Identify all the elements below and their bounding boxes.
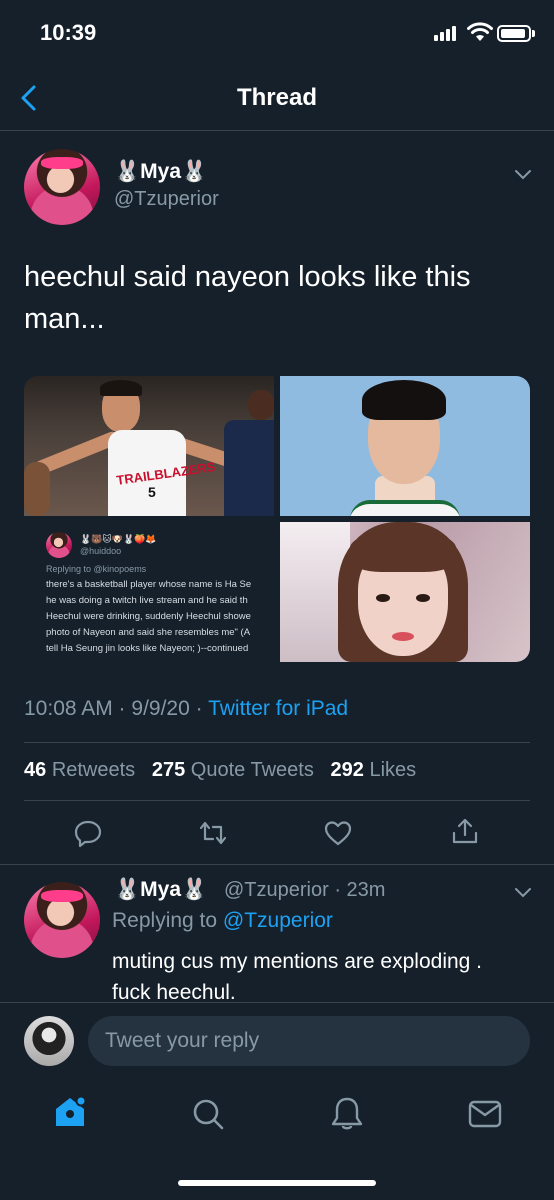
likes-stat[interactable]: 292 Likes	[331, 759, 417, 781]
screenshot-line: tell Ha Seung jin looks like Nayeon; )--…	[46, 643, 249, 654]
cellular-signal-icon	[434, 26, 456, 41]
author-avatar[interactable]	[24, 149, 100, 225]
rabbit-emoji: 🐰	[114, 878, 141, 901]
screenshot-emoji-name: 🐰🐻🐱🐶🐰🍑🦊	[80, 534, 157, 544]
screenshot-line: photo of Nayeon and said she resembles m…	[46, 627, 251, 638]
reply-author-avatar[interactable]	[24, 882, 100, 958]
wifi-icon	[467, 22, 493, 41]
like-icon[interactable]	[323, 818, 353, 848]
reply-chevron-down-icon[interactable]	[514, 887, 532, 899]
my-avatar[interactable]	[24, 1016, 74, 1066]
page-title: Thread	[236, 84, 317, 111]
replying-to-link[interactable]: @Tzuperior	[223, 909, 333, 932]
battery-cap	[532, 30, 535, 37]
screenshot-line: he was doing a twitch live stream and he…	[46, 595, 248, 606]
home-icon[interactable]	[50, 1092, 90, 1132]
messages-icon[interactable]	[465, 1094, 505, 1134]
media-tweet-screenshot[interactable]: 🐰🐻🐱🐶🐰🍑🦊 @huiddoo Replying to @kinopoems …	[24, 522, 274, 662]
reply-text: muting cus my mentions are exploding . f…	[112, 950, 483, 1004]
media-selfie-photo[interactable]	[280, 522, 530, 662]
media-portrait-photo[interactable]	[280, 376, 530, 516]
author-display-name: Mya	[140, 160, 182, 183]
home-indicator[interactable]	[178, 1180, 376, 1186]
media-basketball-photo[interactable]: TRAILBLAZERS 5	[24, 376, 274, 516]
tweet-stats: 46 Retweets 275 Quote Tweets 292 Likes	[24, 759, 416, 782]
reply-icon[interactable]	[73, 818, 103, 848]
rabbit-emoji: 🐰	[181, 878, 208, 901]
reply-display-name: Mya	[140, 878, 182, 901]
tweet-meta: 10:08 AM · 9/9/20 · Twitter for iPad	[24, 697, 348, 721]
retweet-icon[interactable]	[198, 818, 228, 848]
meta-divider	[24, 742, 530, 743]
rabbit-emoji: 🐰	[114, 160, 141, 183]
stats-divider	[24, 800, 530, 801]
replying-to: Replying to @Tzuperior	[112, 909, 333, 932]
tweet-source-link[interactable]: Twitter for iPad	[208, 697, 348, 720]
composer-divider	[0, 1002, 554, 1003]
reply-input[interactable]	[88, 1016, 530, 1066]
tweet-text: heechul said nayeon looks like this man.…	[24, 261, 471, 335]
chevron-down-icon[interactable]	[514, 169, 532, 181]
actions-divider	[0, 864, 554, 865]
author-name[interactable]: 🐰Mya🐰	[114, 160, 207, 184]
screenshot-handle: @huiddoo	[80, 546, 122, 556]
screenshot-line: Heechul were drinking, suddenly Heechul …	[46, 611, 251, 622]
share-icon[interactable]	[450, 816, 480, 846]
screenshot-line: there's a basketball player whose name i…	[46, 579, 252, 590]
battery-icon	[497, 25, 531, 42]
screenshot-replying: Replying to @kinopoems	[46, 564, 147, 574]
retweets-stat[interactable]: 46 Retweets	[24, 759, 135, 781]
tweet-timestamp: 10:08 AM · 9/9/20 ·	[24, 697, 209, 720]
reply-handle-time[interactable]: @Tzuperior · 23m	[224, 879, 385, 902]
jersey-number: 5	[148, 484, 156, 500]
notifications-icon[interactable]	[327, 1094, 367, 1134]
header-divider	[0, 130, 554, 131]
search-icon[interactable]	[188, 1094, 228, 1134]
reply-author-name[interactable]: 🐰Mya🐰	[114, 878, 207, 902]
rabbit-emoji: 🐰	[181, 160, 208, 183]
author-handle[interactable]: @Tzuperior	[114, 188, 219, 211]
status-time: 10:39	[40, 20, 97, 45]
quote-tweets-stat[interactable]: 275 Quote Tweets	[152, 759, 314, 781]
